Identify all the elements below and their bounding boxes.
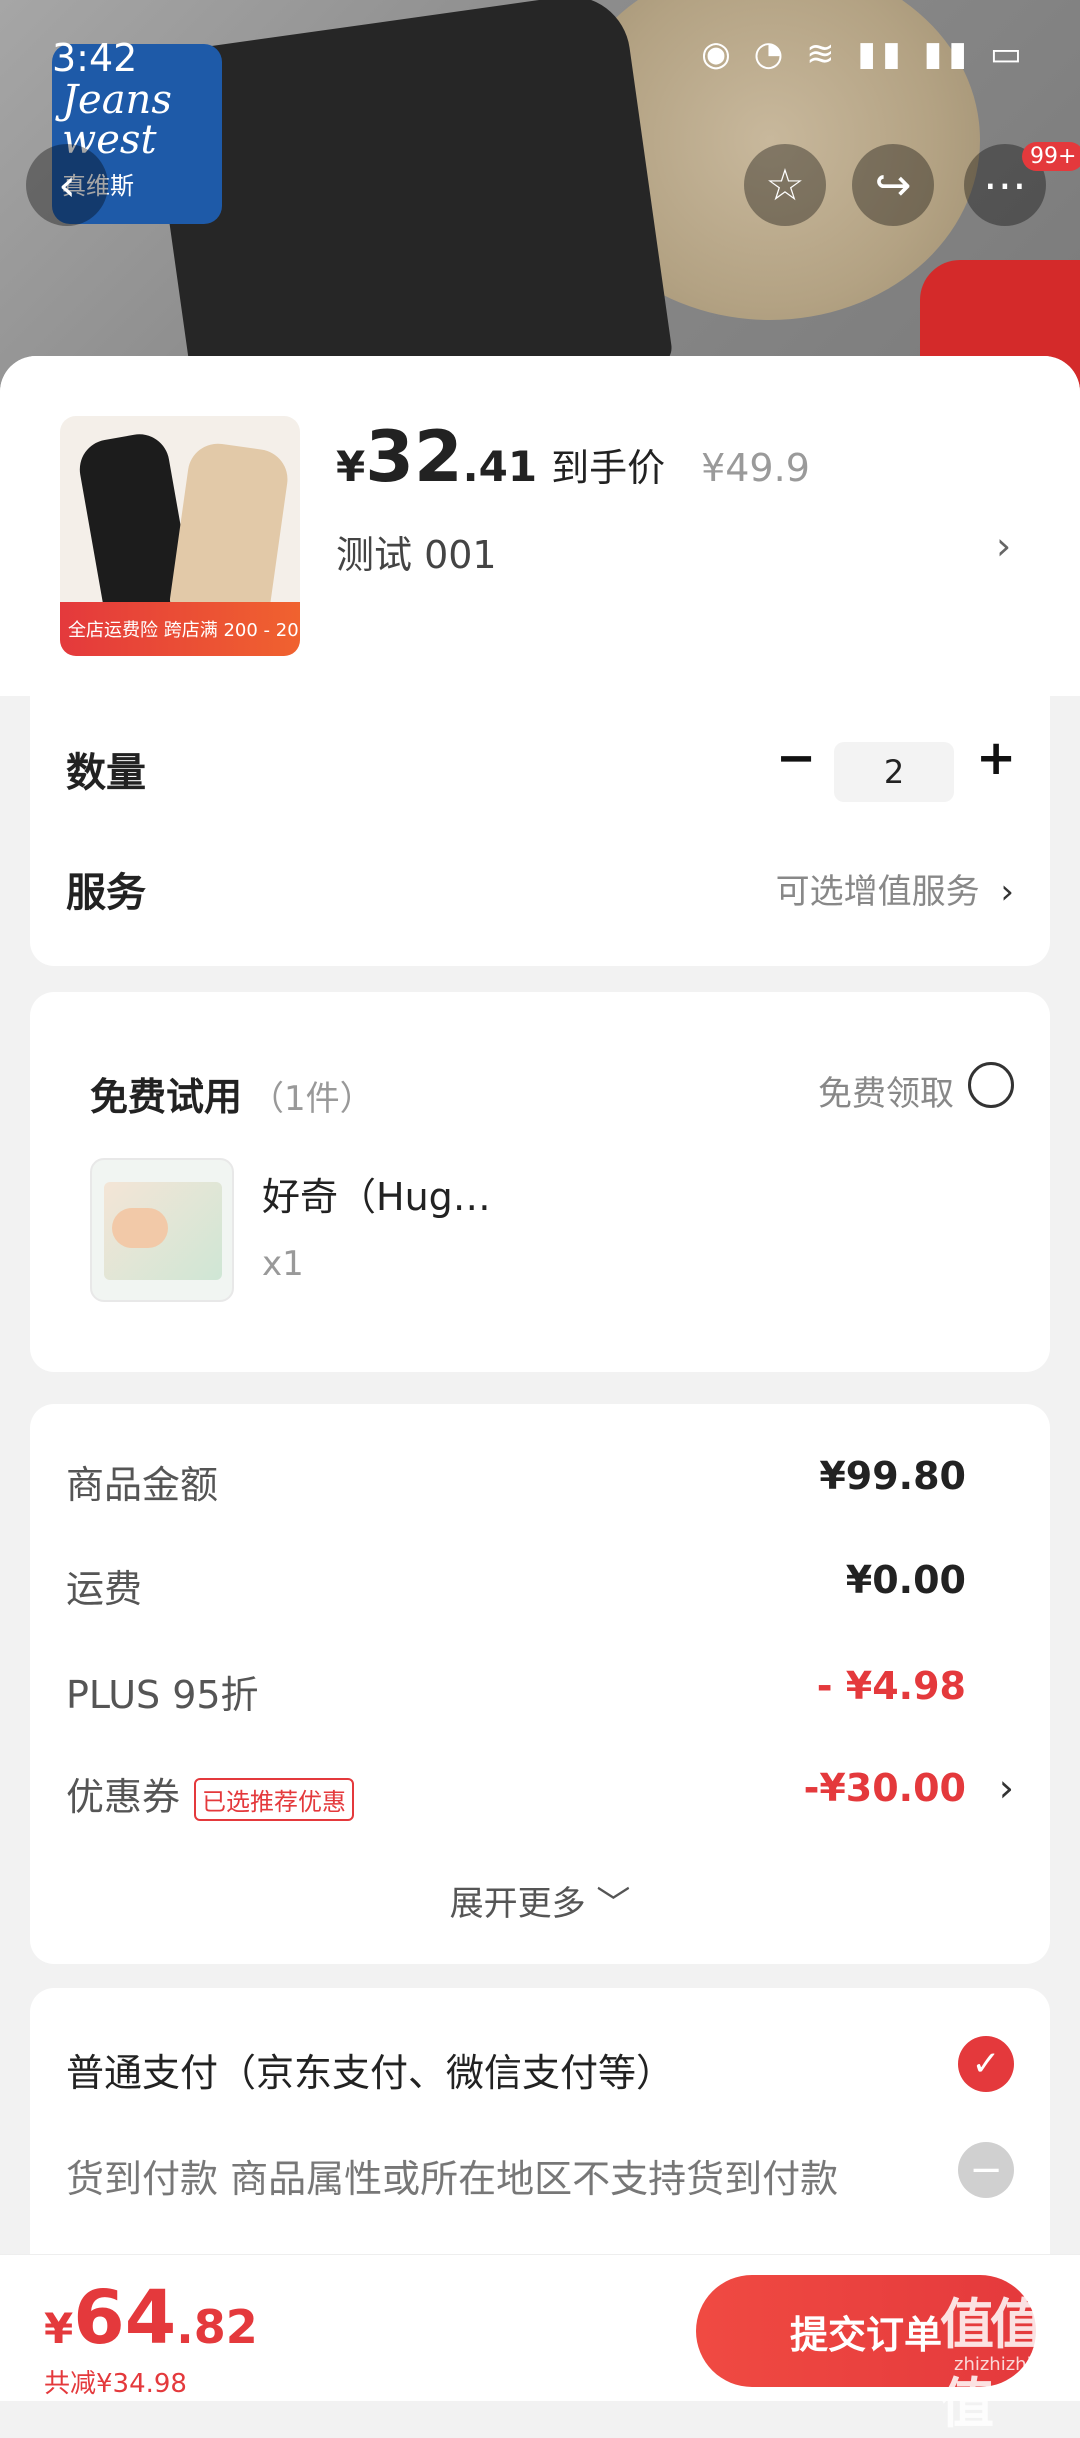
star-icon: ☆ (765, 159, 805, 211)
normal-payment-label[interactable]: 普通支付（京东支付、微信支付等） (66, 2042, 674, 2097)
status-time: 3:42 (52, 36, 138, 80)
total-integer: 64 (73, 2275, 177, 2361)
service-label: 服务 (66, 870, 146, 916)
wifi-icon: ≋ (806, 34, 841, 74)
free-trial-count: （1件） (250, 1079, 374, 1119)
fee-summary-card: 商品金额 ¥99.80 运费 ¥0.00 PLUS 95折 - ¥4.98 优惠… (30, 1404, 1050, 1964)
quantity-input[interactable]: 2 (834, 742, 954, 802)
4g-signal-icon: ▮▮ (923, 34, 974, 74)
free-claim-radio[interactable] (968, 1062, 1014, 1108)
service-option[interactable]: 可选增值服务 › (776, 864, 1014, 913)
price-currency: ¥ (336, 442, 366, 491)
gift-image[interactable] (90, 1158, 234, 1302)
coupon-tag: 已选推荐优惠 (194, 1778, 355, 1821)
coupon-value[interactable]: -¥30.00 (804, 1766, 966, 1810)
chevron-left-icon: ‹ (58, 159, 76, 211)
gift-baby-figure (112, 1208, 168, 1248)
total-price: ¥ 64 .82 (44, 2275, 258, 2361)
share-button[interactable]: ↪ (852, 144, 934, 226)
cod-disabled-icon: − (958, 2142, 1014, 2198)
expand-more-label: 展开更多 (449, 1884, 586, 1924)
back-button[interactable]: ‹ (26, 144, 108, 226)
gift-quantity: x1 (262, 1244, 304, 1284)
thumb-promo-tag: 全店运费险 跨店满 200 - 20 (60, 602, 300, 656)
share-icon: ↪ (874, 159, 912, 211)
plus-discount-value: - ¥4.98 (816, 1664, 966, 1708)
cod-payment-label: 货到付款 商品属性或所在地区不支持货到付款 (66, 2157, 839, 2201)
4g-signal-icon: ▮▮ (857, 34, 907, 74)
original-price: ¥49.9 (701, 446, 810, 490)
shipping-value: ¥0.00 (845, 1558, 966, 1602)
notification-badge: 99+ (1022, 142, 1080, 171)
minus-icon: − (969, 2147, 1003, 2193)
goods-amount-label: 商品金额 (66, 1463, 219, 1507)
total-decimal: .82 (176, 2300, 258, 2354)
quantity-minus-button[interactable]: − (776, 730, 816, 786)
total-saved: 共减¥34.98 (44, 2369, 187, 2399)
free-claim-label[interactable]: 免费领取 (818, 1066, 954, 1115)
free-trial-card: 免费试用 （1件） 免费领取 好奇（Hug… x1 (30, 992, 1050, 1372)
total-currency: ¥ (44, 2304, 74, 2353)
gift-name: 好奇（Hug… (262, 1175, 491, 1219)
favorite-button[interactable]: ☆ (744, 144, 826, 226)
price-label: 到手价 (551, 446, 666, 490)
free-trial-title-text: 免费试用 (90, 1075, 243, 1119)
coupon-label: 优惠券 已选推荐优惠 (66, 1766, 355, 1821)
chevron-right-icon[interactable]: › (999, 1766, 1014, 1810)
coupon-label-text: 优惠券 (66, 1775, 181, 1819)
alarm-icon: ◔ (753, 34, 790, 74)
thumb-fleece-pants (168, 439, 292, 623)
goods-amount-value: ¥99.80 (819, 1454, 966, 1498)
free-trial-title: 免费试用 （1件） (90, 1066, 374, 1121)
check-icon: ✓ (971, 2044, 1001, 2084)
eye-icon: ◉ (701, 34, 737, 74)
quantity-service-card: 数量 − 2 + 服务 可选增值服务 › (30, 696, 1050, 966)
plus-discount-label: PLUS 95折 (66, 1673, 259, 1717)
price-integer: 32 (365, 416, 463, 498)
chevron-right-icon: › (1000, 872, 1014, 912)
spec-selector[interactable]: 测试 001 (336, 524, 497, 579)
expand-more-button[interactable]: 展开更多 ﹀ (30, 1876, 1050, 1925)
service-value: 可选增值服务 (775, 872, 980, 912)
price-line: ¥ 32 .41 到手价 ¥49.9 (336, 416, 810, 498)
chevron-right-icon[interactable]: › (996, 524, 1011, 568)
product-thumbnail[interactable]: 全店运费险 跨店满 200 - 20 (60, 416, 300, 656)
more-dots-icon: ⋯ (983, 159, 1027, 211)
chevron-down-icon: ﹀ (596, 1884, 631, 1924)
status-bar: 3:42 ◉ ◔ ≋ ▮▮ ▮▮ ▭ (0, 0, 1080, 110)
normal-payment-check[interactable]: ✓ (958, 2036, 1014, 2092)
product-header: 全店运费险 跨店满 200 - 20 ¥ 32 .41 到手价 ¥49.9 测试… (0, 356, 1080, 696)
shipping-label: 运费 (66, 1567, 143, 1611)
quantity-label: 数量 (66, 750, 146, 796)
battery-icon: ▭ (989, 34, 1028, 74)
watermark-url: zhizhizhi.com (954, 2354, 1076, 2375)
price-decimal: .41 (462, 442, 538, 491)
bottom-bar: ¥ 64 .82 共减¥34.98 提交订单 (0, 2254, 1080, 2401)
order-sheet: 全店运费险 跨店满 200 - 20 ¥ 32 .41 到手价 ¥49.9 测试… (0, 356, 1080, 2400)
status-icons: ◉ ◔ ≋ ▮▮ ▮▮ ▭ (701, 34, 1028, 74)
quantity-plus-button[interactable]: + (976, 730, 1016, 786)
